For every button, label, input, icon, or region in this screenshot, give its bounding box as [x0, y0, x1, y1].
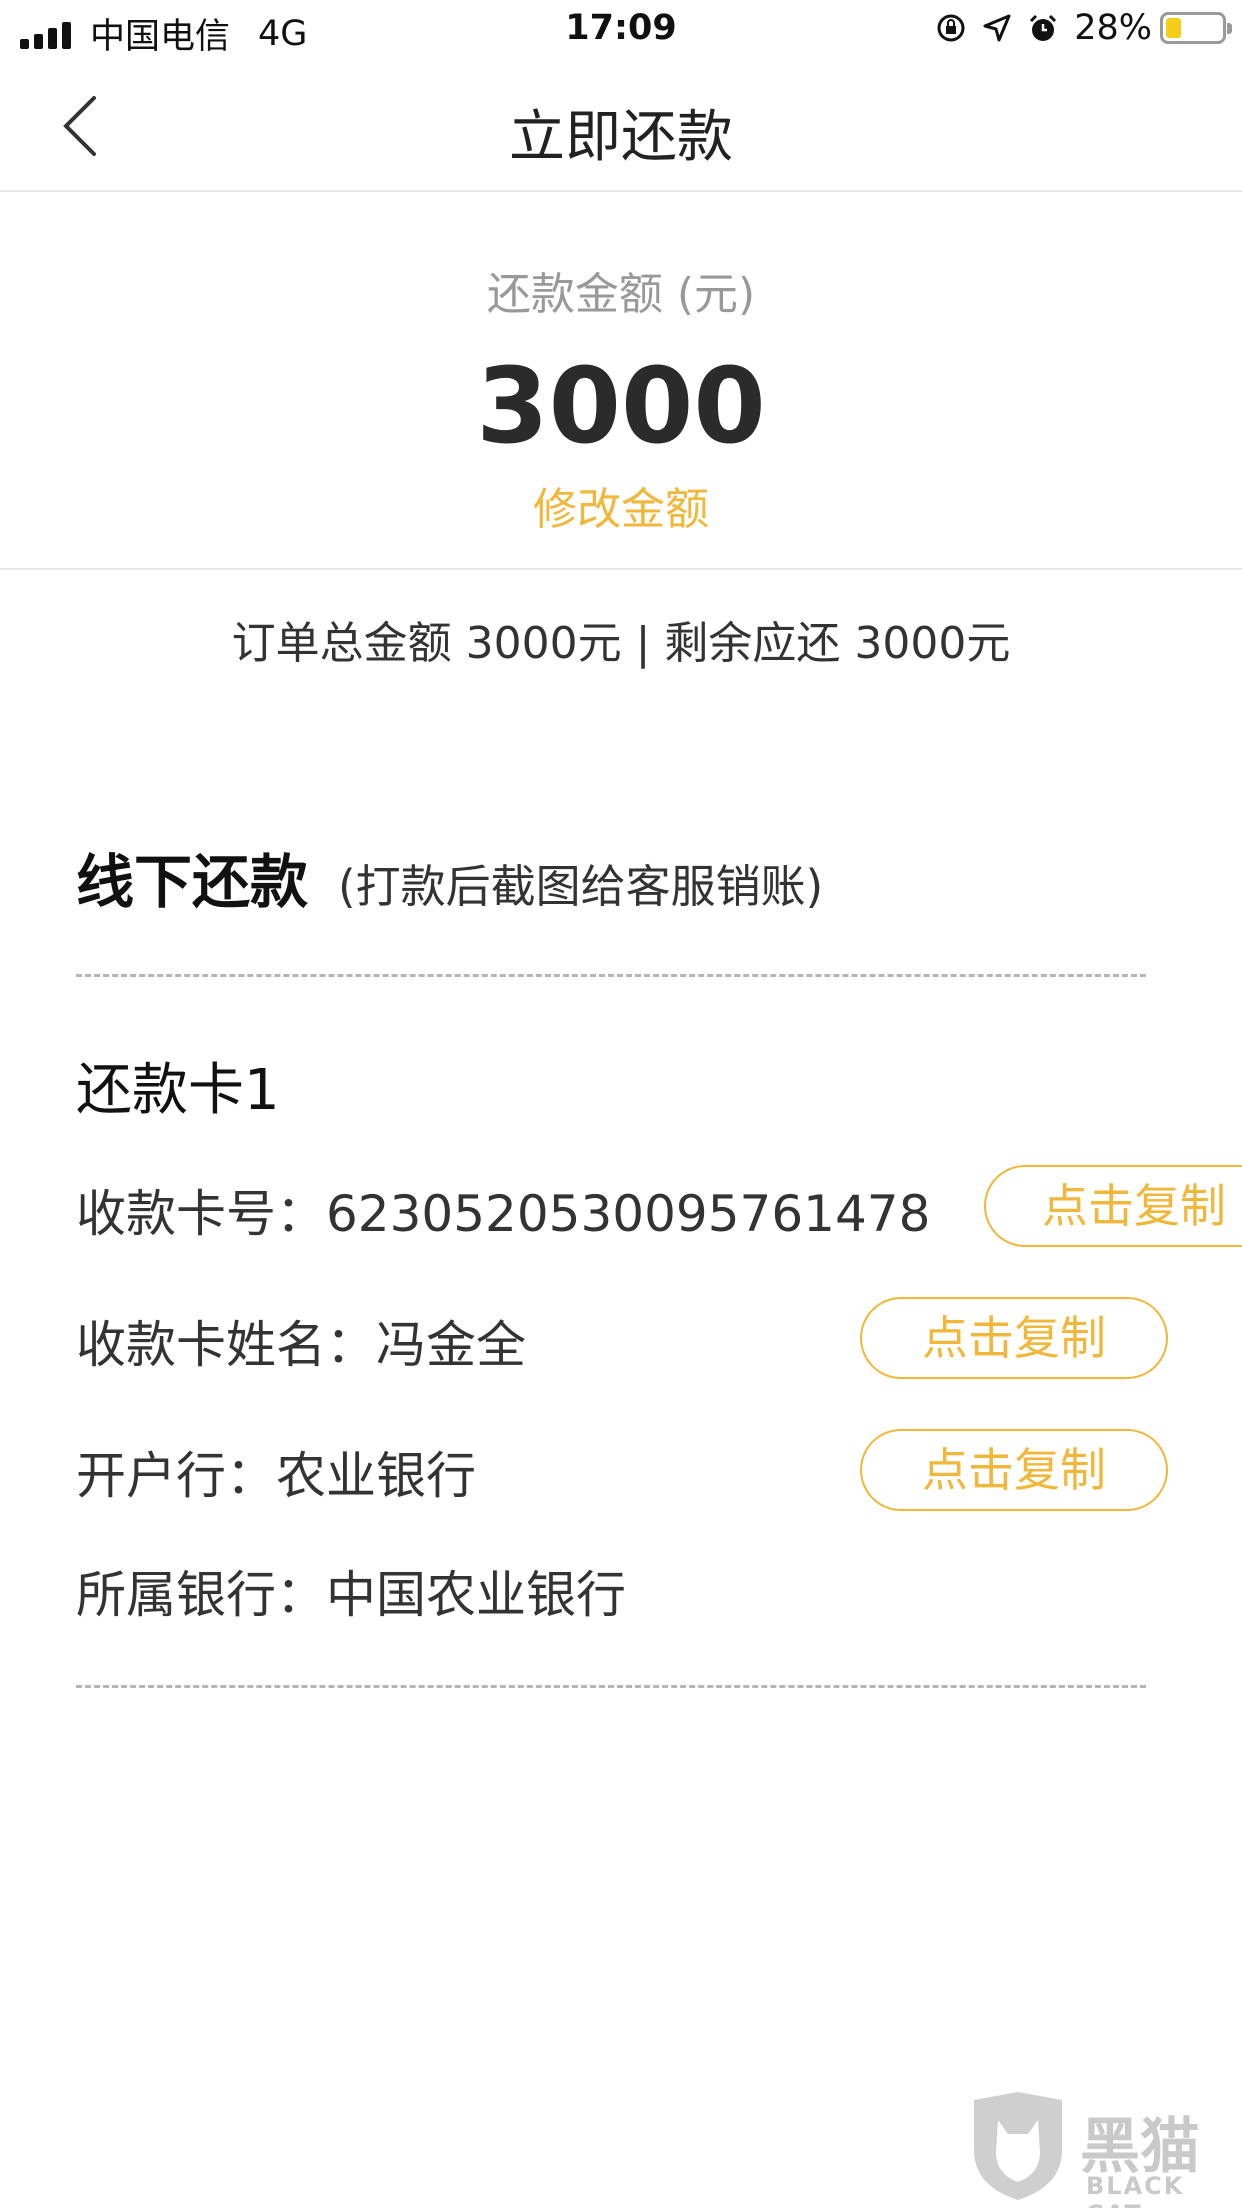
copy-account-name-button[interactable]: 点击复制 — [860, 1297, 1168, 1379]
account-number-value: 6230520530095761478 — [326, 1185, 931, 1243]
page-title: 立即还款 — [509, 105, 733, 170]
location-icon — [980, 11, 1014, 45]
edit-amount-link[interactable]: 修改金额 — [0, 473, 1242, 537]
orientation-lock-icon — [934, 11, 968, 45]
bank-value: 中国农业银行 — [326, 1566, 626, 1624]
copy-branch-button[interactable]: 点击复制 — [860, 1429, 1168, 1511]
branch-row: 开户行：农业银行 — [76, 1436, 476, 1508]
bank-label: 所属银行： — [76, 1566, 326, 1624]
account-name-label: 收款卡姓名： — [76, 1316, 376, 1374]
watermark-subtext: BLACK CAT — [1086, 2172, 1185, 2208]
amount-value: 3000 — [476, 345, 766, 467]
dashed-divider-bottom — [76, 1685, 1146, 1688]
nav-bar: 立即还款 — [0, 60, 1242, 192]
status-bar: 中国电信 4G 17:09 28% — [0, 0, 1242, 60]
branch-value: 农业银行 — [276, 1447, 476, 1505]
status-bar-right: 28% — [922, 8, 1232, 48]
bank-row: 所属银行：中国农业银行 — [76, 1555, 626, 1627]
account-name-value: 冯金全 — [376, 1316, 526, 1374]
order-summary: 订单总金额 3000元 | 剩余应还 3000元 — [231, 618, 1011, 669]
dashed-divider — [76, 974, 1146, 977]
battery-fill — [1166, 18, 1181, 38]
alarm-icon — [1026, 11, 1060, 45]
section-divider — [0, 568, 1242, 570]
offline-repayment-note: (打款后截图给客服销账) — [338, 860, 824, 913]
account-number-label: 收款卡号： — [76, 1185, 326, 1243]
cat-shield-logo-icon — [974, 2092, 1062, 2200]
battery-icon — [1160, 12, 1232, 44]
repayment-screen: 中国电信 4G 17:09 28% 立即还款 还款金额 (元) 3000 修改金… — [0, 0, 1242, 2208]
offline-repayment-header: 线下还款 (打款后截图给客服销账) — [76, 835, 823, 919]
amount-label: 还款金额 (元) — [486, 269, 756, 320]
account-number-row: 收款卡号：6230520530095761478 — [76, 1174, 930, 1246]
card-title: 还款卡1 — [76, 1058, 280, 1123]
copy-account-number-button[interactable]: 点击复制 — [984, 1165, 1242, 1247]
branch-label: 开户行： — [76, 1447, 276, 1505]
battery-percent: 28% — [1074, 8, 1152, 48]
offline-repayment-title: 线下还款 — [76, 848, 309, 916]
blackcat-watermark: 黑猫 BLACK CAT — [968, 2090, 1242, 2208]
account-name-row: 收款卡姓名：冯金全 — [76, 1305, 526, 1377]
